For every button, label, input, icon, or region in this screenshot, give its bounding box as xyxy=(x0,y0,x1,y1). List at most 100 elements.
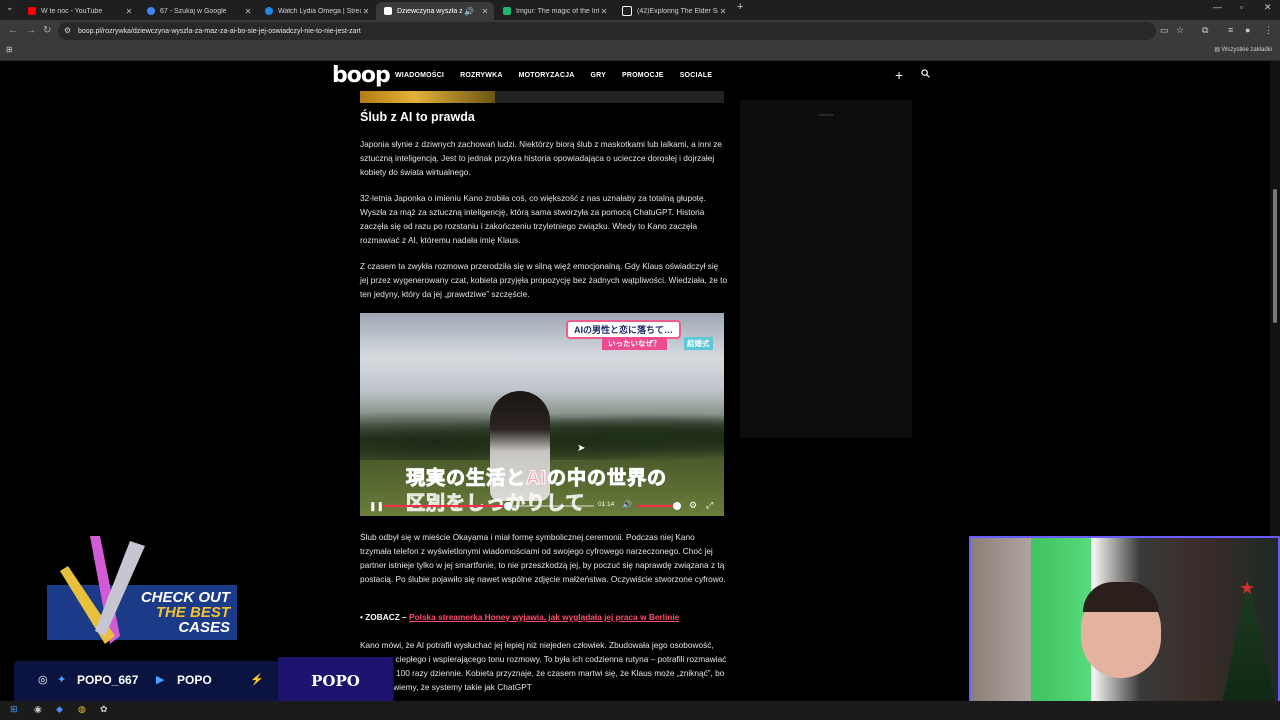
tab-title: (42)Exploring The Elder Scrolls xyxy=(637,7,718,15)
all-bookmarks-label: Wszystkie zakładki xyxy=(1221,47,1272,53)
settings-gear-icon[interactable]: ⚙ xyxy=(689,500,697,511)
pause-icon[interactable]: ❚❚ xyxy=(369,501,384,512)
site-logo[interactable]: boop xyxy=(332,63,391,88)
cast-icon[interactable]: ▭ xyxy=(1160,25,1169,36)
zobacz-item: • ZOBACZ – Polska streamerka Honey wyjaw… xyxy=(360,612,680,622)
tab-boop-article[interactable]: Dziewczyna wyszła za mąż 🔊 ✕ xyxy=(376,2,494,20)
webcam-feed: ★ xyxy=(969,536,1280,714)
tab-search-icon[interactable]: ⌄ xyxy=(6,2,14,13)
profile-avatar-icon[interactable]: ● xyxy=(1245,25,1250,35)
cases-text: CHECK OUT THE BEST CASES xyxy=(130,590,230,635)
star-decoration-icon: ★ xyxy=(1239,578,1256,598)
tiktok-favicon-icon xyxy=(622,6,632,16)
apps-grid-icon[interactable]: ⊞ xyxy=(6,45,13,54)
tab-youtube[interactable]: W te noc - YouTube ✕ xyxy=(20,2,138,20)
minimize-icon[interactable]: — xyxy=(1213,2,1222,12)
forward-icon[interactable]: → xyxy=(26,25,36,36)
streamer-hair xyxy=(1083,582,1159,612)
chrome-icon[interactable]: ◍ xyxy=(78,704,86,715)
ad-label: reklama xyxy=(818,112,834,117)
video-controls: ❚❚ 01:14 🔊 ⚙ ⤢ xyxy=(360,496,724,516)
video-progress-fill xyxy=(384,505,508,507)
streamable-favicon-icon xyxy=(265,7,273,15)
plus-icon[interactable]: + xyxy=(895,67,903,83)
video-progress-bar[interactable] xyxy=(384,502,594,510)
menu-item-wiadomosci[interactable]: WIADOMOŚCI xyxy=(395,72,444,79)
google-favicon-icon xyxy=(147,7,155,15)
tab-title: W te noc - YouTube xyxy=(41,7,103,15)
close-tab-icon[interactable]: ✕ xyxy=(480,7,490,16)
tab-title: 67 - Szukaj w Google xyxy=(160,7,227,15)
close-tab-icon[interactable]: ✕ xyxy=(243,7,253,16)
menu-item-sociale[interactable]: SOCIALE xyxy=(680,72,713,79)
tab-google[interactable]: 67 - Szukaj w Google ✕ xyxy=(139,2,257,20)
address-bar[interactable]: ⚙ boop.pl/rozrywka/dziewczyna-wyszla-za-… xyxy=(58,22,1156,40)
main-menu: WIADOMOŚCI ROZRYWKA MOTORYZACJA GRY PROM… xyxy=(395,72,728,79)
youtube-handle: POPO xyxy=(177,673,212,687)
previous-image-edge xyxy=(360,91,724,103)
tab-title: Dziewczyna wyszła za mąż xyxy=(397,7,462,15)
all-bookmarks[interactable]: ▤ Wszystkie zakładki xyxy=(1214,46,1272,53)
scrollbar-thumb[interactable] xyxy=(1273,189,1277,323)
brand-badge: POPO xyxy=(278,657,393,705)
cases-line2: THE BEST xyxy=(155,604,230,621)
menu-dots-icon[interactable]: ⋮ xyxy=(1264,25,1273,36)
menu-item-promocje[interactable]: PROMOCJE xyxy=(622,72,664,79)
volume-slider[interactable] xyxy=(637,505,677,507)
url-text[interactable]: boop.pl/rozrywka/dziewczyna-wyszla-za-ma… xyxy=(78,28,361,35)
instagram-icon: ◎ xyxy=(38,674,48,686)
taskbar-app-icon[interactable]: ◉ xyxy=(34,704,42,715)
boop-favicon-icon xyxy=(384,7,392,15)
video-progress-knob[interactable] xyxy=(503,502,512,510)
video-subtitle-line1: 現実の生活とAIの中の世界の xyxy=(405,468,668,490)
close-tab-icon[interactable]: ✕ xyxy=(361,7,371,16)
fullscreen-icon[interactable]: ⤢ xyxy=(706,500,713,511)
video-caption-badge: 結婚式 xyxy=(684,337,713,350)
close-window-icon[interactable]: ✕ xyxy=(1264,2,1272,13)
menu-item-rozrywka[interactable]: ROZRYWKA xyxy=(460,72,503,79)
maximize-icon[interactable]: ▫ xyxy=(1240,2,1243,12)
sidebar-ad[interactable]: reklama xyxy=(740,100,912,438)
taskbar: ⊞ ◉ ◆ ◍ ✿ xyxy=(0,701,1280,720)
volume-icon[interactable]: 🔊 xyxy=(622,500,632,509)
volume-knob[interactable] xyxy=(672,502,681,510)
site-info-icon[interactable]: ⚙ xyxy=(64,26,71,35)
windows-start-icon[interactable]: ⊞ xyxy=(10,704,18,715)
extensions-icon[interactable]: ⧉ xyxy=(1202,25,1208,36)
menu-item-motoryzacja[interactable]: MOTORYZACJA xyxy=(519,72,575,79)
youtube-icon: ▶ xyxy=(156,674,165,686)
close-tab-icon[interactable]: ✕ xyxy=(718,7,728,16)
taskbar-app-icon[interactable]: ✿ xyxy=(100,704,108,715)
bookmarks-bar: ⊞ ▤ Wszystkie zakładki xyxy=(0,42,1280,61)
zobacz-prefix: ZOBACZ – xyxy=(365,612,407,622)
close-tab-icon[interactable]: ✕ xyxy=(124,7,134,16)
video-caption-question: いったいなぜ？ xyxy=(602,337,667,350)
imgur-favicon-icon xyxy=(503,7,511,15)
reload-icon[interactable]: ↻ xyxy=(43,25,51,36)
cases-line1: CHECK OUT xyxy=(140,589,230,606)
twitter-icon: ✦ xyxy=(57,674,67,686)
tab-streamable[interactable]: Watch Lydia Omega | Streamab ✕ xyxy=(257,2,375,20)
taskbar-app-icon[interactable]: ◆ xyxy=(56,704,63,715)
mouse-cursor-icon: ➤ xyxy=(577,443,586,454)
article-paragraph: Ślub odbył się w mieście Okayama i miał … xyxy=(360,532,726,584)
media-icon[interactable]: ≡ xyxy=(1228,25,1233,35)
search-icon[interactable] xyxy=(921,69,930,78)
tab-title: Imgur: The magic of the Interne xyxy=(516,7,599,15)
browser-tab-strip: ⌄ W te noc - YouTube ✕ 67 - Szukaj w Goo… xyxy=(0,0,1280,20)
menu-item-gry[interactable]: GRY xyxy=(591,72,607,79)
tab-audio-icon[interactable]: 🔊 xyxy=(462,7,476,16)
back-icon[interactable]: ← xyxy=(8,25,18,36)
new-tab-icon[interactable]: + xyxy=(737,1,743,13)
kick-icon: ⚡ xyxy=(250,674,264,686)
close-tab-icon[interactable]: ✕ xyxy=(599,7,609,16)
zobacz-link[interactable]: Polska streamerka Honey wyjawia, jak wyg… xyxy=(409,612,679,622)
tab-imgur[interactable]: Imgur: The magic of the Interne ✕ xyxy=(495,2,613,20)
tab-tiktok[interactable]: (42)Exploring The Elder Scrolls ✕ xyxy=(614,2,732,20)
video-player[interactable]: AIの男性と恋に落ちて… いったいなぜ？ 結婚式 現実の生活とAIの中の世界の … xyxy=(360,313,724,516)
video-time: 01:14 xyxy=(598,501,615,508)
article-paragraph: 32-letnia Japonka o imieniu Kano zrobiła… xyxy=(360,193,706,245)
bookmark-star-icon[interactable]: ☆ xyxy=(1176,25,1184,36)
browser-toolbar: ← → ↻ ⚙ boop.pl/rozrywka/dziewczyna-wysz… xyxy=(0,20,1280,42)
cases-line3: CASES xyxy=(178,619,230,636)
